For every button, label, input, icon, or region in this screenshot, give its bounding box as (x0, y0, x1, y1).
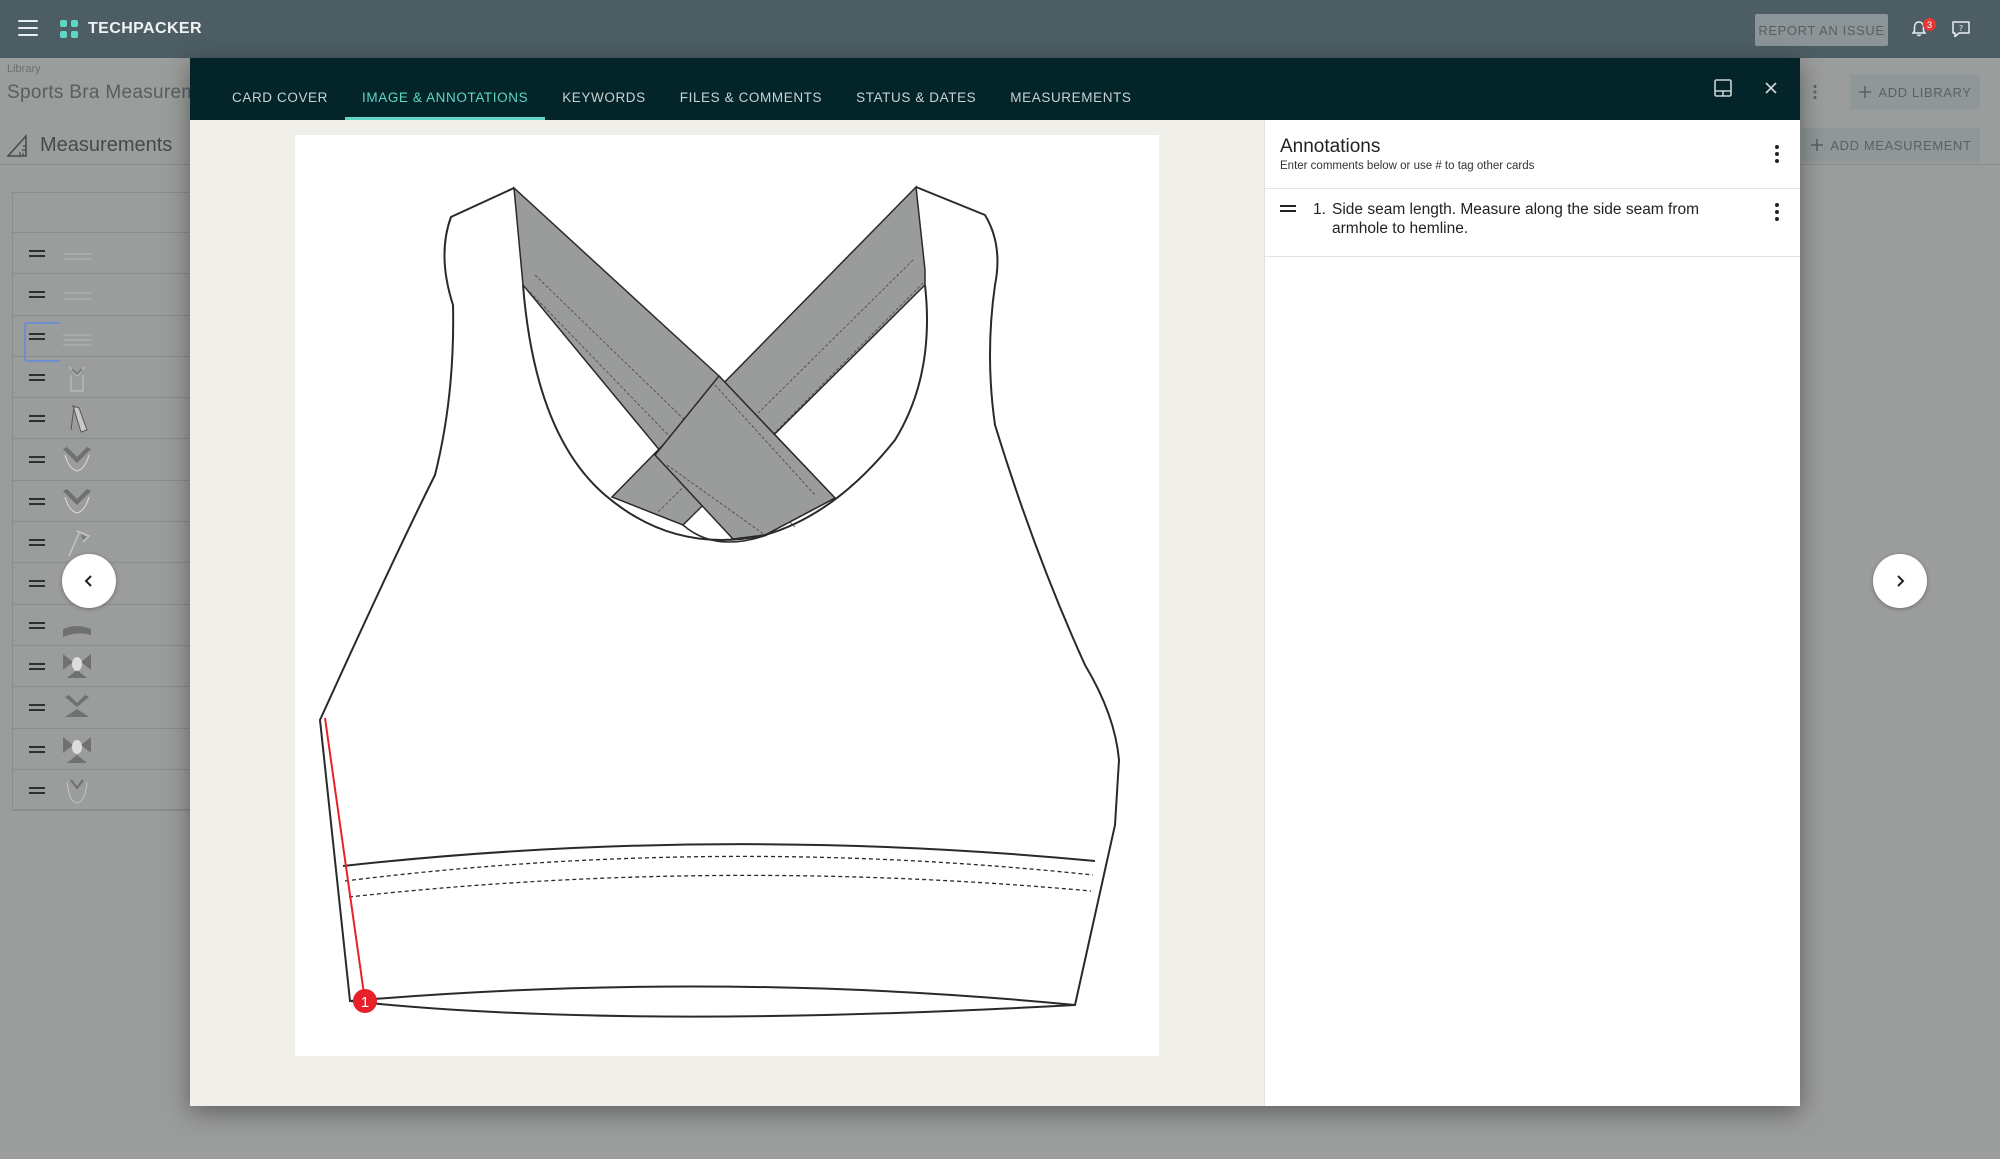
measurement-thumbnail (70, 405, 88, 433)
drag-handle-icon[interactable] (29, 415, 45, 423)
close-icon[interactable] (1763, 80, 1779, 96)
drag-handle-icon[interactable] (29, 704, 45, 712)
measurement-thumbnail (63, 612, 91, 637)
tab-card-cover[interactable]: CARD COVER (215, 58, 345, 120)
drag-handle-icon[interactable] (29, 373, 45, 381)
measurement-thumbnail (63, 488, 91, 514)
table-row[interactable] (13, 439, 192, 481)
annotation-number: 1. (1313, 201, 1326, 218)
table-row[interactable] (13, 770, 192, 812)
annotations-panel: Annotations Enter comments below or use … (1264, 120, 1800, 1106)
table-header (13, 193, 192, 233)
annotation-marker-label: 1 (361, 994, 369, 1011)
image-area: 1 (190, 120, 1264, 1106)
library-more-icon[interactable] (1812, 84, 1818, 100)
annotations-title: Annotations (1280, 136, 1381, 157)
layout-toggle-icon[interactable] (1713, 78, 1733, 98)
measurement-thumbnail (68, 366, 86, 392)
notification-badge: 3 (1923, 18, 1936, 31)
next-card-button[interactable] (1873, 554, 1927, 608)
hamburger-menu-icon[interactable] (18, 20, 38, 36)
modal-header: CARD COVER IMAGE & ANNOTATIONS KEYWORDS … (190, 58, 1800, 120)
drag-handle-icon[interactable] (1280, 205, 1296, 212)
annotation-item[interactable]: 1. Side seam length. Measure along the s… (1265, 189, 1800, 257)
report-issue-button[interactable]: REPORT AN ISSUE (1755, 14, 1888, 46)
measurement-thumbnail (63, 447, 91, 472)
add-measurement-label: ADD MEASUREMENT (1830, 137, 1972, 153)
chevron-right-icon (1897, 575, 1905, 587)
measurement-thumbnail (65, 695, 89, 718)
annotations-more-icon[interactable] (1774, 144, 1780, 164)
measurement-thumbnail (63, 736, 91, 763)
measurement-thumbnail (63, 253, 91, 260)
measurement-thumbnail (66, 779, 88, 804)
app-bar: TECHPACKER REPORT AN ISSUE 3 ? (0, 0, 2000, 58)
tab-status-dates[interactable]: STATUS & DATES (839, 58, 993, 120)
selected-row-indicator (24, 322, 60, 362)
ruler-triangle-icon (6, 134, 27, 157)
tab-measurements[interactable]: MEASUREMENTS (993, 58, 1148, 120)
card-modal: CARD COVER IMAGE & ANNOTATIONS KEYWORDS … (190, 58, 1800, 1106)
annotations-subtitle: Enter comments below or use # to tag oth… (1280, 160, 1535, 172)
brand-name[interactable]: TECHPACKER (88, 20, 202, 38)
library-label: Library (7, 63, 41, 75)
svg-text:?: ? (1959, 24, 1963, 33)
drag-handle-icon[interactable] (29, 291, 45, 299)
tab-image-annotations[interactable]: IMAGE & ANNOTATIONS (345, 58, 546, 120)
table-row[interactable] (13, 729, 192, 770)
drag-handle-icon[interactable] (29, 621, 45, 629)
table-row[interactable] (13, 687, 192, 729)
drag-handle-icon[interactable] (29, 580, 45, 588)
drag-handle-icon[interactable] (29, 497, 45, 505)
add-library-button[interactable]: ADD LIBRARY (1850, 74, 1980, 110)
sketch-image[interactable]: 1 (295, 135, 1159, 1056)
add-measurement-button[interactable]: ADD MEASUREMENT (1802, 128, 1980, 162)
annotation-more-icon[interactable] (1774, 202, 1780, 222)
table-row[interactable] (13, 398, 192, 440)
drag-handle-icon[interactable] (29, 539, 45, 547)
feedback-icon[interactable]: ? (1951, 20, 1971, 38)
chevron-left-icon (84, 575, 92, 587)
table-row[interactable] (13, 646, 192, 688)
table-row[interactable] (13, 274, 192, 316)
measurements-title: Measurements (40, 134, 173, 156)
drag-handle-icon[interactable] (29, 456, 45, 464)
measurement-thumbnail (63, 292, 91, 300)
tab-files-comments[interactable]: FILES & COMMENTS (663, 58, 839, 120)
previous-card-button[interactable] (62, 554, 116, 608)
table-row[interactable] (13, 233, 192, 275)
add-library-label: ADD LIBRARY (1878, 84, 1972, 100)
tab-keywords[interactable]: KEYWORDS (545, 58, 663, 120)
measurement-thumbnail (63, 334, 91, 346)
drag-handle-icon[interactable] (29, 250, 45, 257)
modal-tabs: CARD COVER IMAGE & ANNOTATIONS KEYWORDS … (190, 58, 1149, 120)
table-row[interactable] (13, 357, 192, 399)
measurements-table (12, 192, 192, 812)
drag-handle-icon[interactable] (29, 786, 45, 794)
drag-handle-icon[interactable] (29, 662, 45, 670)
plus-icon (1811, 139, 1824, 151)
table-row[interactable] (13, 605, 192, 646)
techpacker-logo-icon (60, 20, 78, 38)
annotation-text[interactable]: Side seam length. Measure along the side… (1332, 201, 1752, 238)
table-row[interactable] (13, 481, 192, 523)
drag-handle-icon[interactable] (29, 745, 45, 753)
measurement-thumbnail (63, 653, 91, 678)
sports-bra-sketch: 1 (318, 185, 1121, 1018)
library-title[interactable]: Sports Bra Measurements (7, 82, 190, 104)
plus-icon (1859, 86, 1872, 98)
